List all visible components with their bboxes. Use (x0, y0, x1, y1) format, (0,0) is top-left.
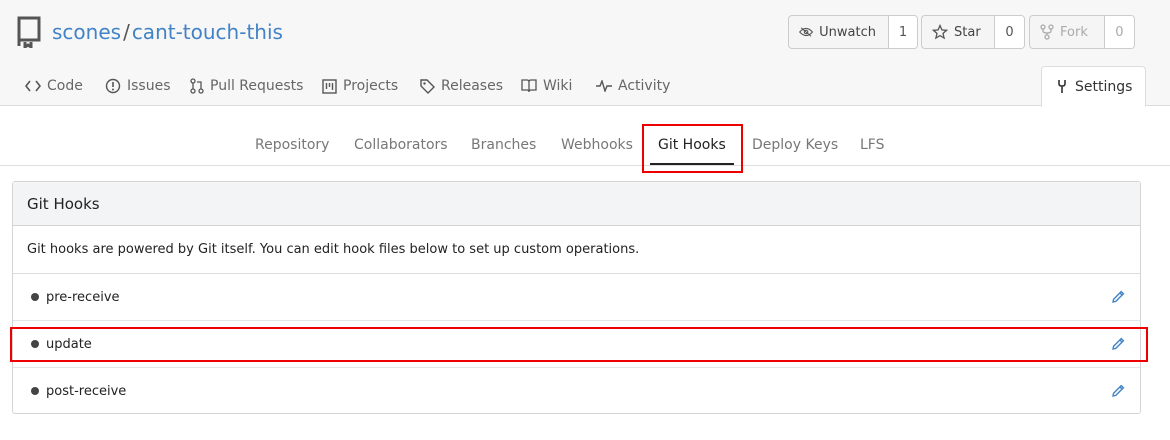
tab-wiki-label: Wiki (543, 78, 573, 94)
panel-description: Git hooks are powered by Git itself. You… (13, 226, 1140, 274)
watch-button-group: Unwatch 1 (788, 15, 918, 49)
tab-issues-label: Issues (127, 78, 171, 94)
pencil-icon[interactable] (1110, 289, 1126, 305)
tab-settings[interactable]: Settings (1041, 66, 1147, 107)
tab-activity[interactable]: Activity (596, 66, 670, 106)
hook-item-update: update (13, 321, 1140, 368)
tab-pull-requests[interactable]: Pull Requests (190, 66, 303, 106)
pull-request-icon (190, 78, 204, 94)
bullet-icon (31, 293, 39, 301)
fork-label: Fork (1060, 24, 1088, 40)
repo-name-link[interactable]: cant-touch-this (132, 20, 283, 44)
unwatch-label: Unwatch (819, 24, 876, 40)
star-button[interactable]: Star (922, 16, 994, 48)
tab-wiki[interactable]: Wiki (521, 66, 572, 106)
wrench-icon (1058, 80, 1066, 93)
unwatch-button[interactable]: Unwatch (789, 16, 888, 48)
fork-count[interactable]: 0 (1103, 16, 1134, 48)
watch-count[interactable]: 1 (888, 16, 917, 48)
star-button-group: Star 0 (921, 15, 1025, 49)
tab-code-label: Code (47, 78, 83, 94)
pencil-icon[interactable] (1110, 383, 1126, 399)
tab-repository[interactable]: Repository (255, 124, 329, 165)
tab-activity-label: Activity (618, 78, 671, 94)
settings-tabs: Repository Collaborators Branches Webhoo… (0, 124, 1170, 166)
repo-title: scones / cant-touch-this (52, 20, 283, 44)
book-icon (521, 79, 537, 93)
bullet-icon (31, 387, 39, 395)
tab-deploy-keys[interactable]: Deploy Keys (752, 124, 838, 165)
fork-button-group: Fork 0 (1029, 15, 1135, 49)
tab-issues[interactable]: Issues (105, 66, 171, 106)
tab-releases-label: Releases (441, 78, 503, 94)
tab-git-hooks[interactable]: Git Hooks (650, 124, 734, 165)
hook-name: pre-receive (46, 289, 120, 305)
repo-separator: / (123, 20, 130, 44)
pencil-icon[interactable] (1110, 336, 1126, 352)
star-icon (932, 24, 948, 40)
tab-webhooks[interactable]: Webhooks (561, 124, 633, 165)
star-label: Star (954, 24, 981, 40)
project-icon (322, 78, 337, 94)
tab-projects-label: Projects (343, 78, 399, 94)
tab-code[interactable]: Code (25, 66, 83, 106)
tab-pull-requests-label: Pull Requests (210, 78, 304, 94)
tag-icon (420, 78, 435, 94)
hook-name: post-receive (46, 383, 127, 399)
hook-item-pre-receive: pre-receive (13, 274, 1140, 321)
panel-title: Git Hooks (13, 182, 1140, 226)
repo-icon (17, 16, 41, 48)
tab-projects[interactable]: Projects (322, 66, 398, 106)
repo-owner-link[interactable]: scones (52, 20, 121, 44)
tab-lfs[interactable]: LFS (860, 124, 885, 165)
eye-slash-icon (799, 27, 814, 37)
repo-header: scones / cant-touch-this Unwatch 1 Star 0 (0, 0, 1170, 107)
tab-branches[interactable]: Branches (471, 124, 536, 165)
pulse-icon (596, 80, 612, 92)
tab-releases[interactable]: Releases (420, 66, 503, 106)
bullet-icon (31, 340, 39, 348)
tab-collaborators[interactable]: Collaborators (354, 124, 448, 165)
git-hooks-panel: Git Hooks Git hooks are powered by Git i… (12, 181, 1141, 414)
fork-icon (1040, 24, 1054, 40)
code-icon (25, 80, 41, 92)
hook-name: update (46, 336, 92, 352)
repo-nav: Code Issues Pull Requests Projects Relea… (0, 66, 1170, 107)
tab-settings-label: Settings (1075, 78, 1133, 95)
hook-item-post-receive: post-receive (13, 368, 1140, 414)
star-count[interactable]: 0 (994, 16, 1024, 48)
issue-icon (105, 78, 121, 94)
fork-button[interactable]: Fork (1030, 16, 1104, 48)
